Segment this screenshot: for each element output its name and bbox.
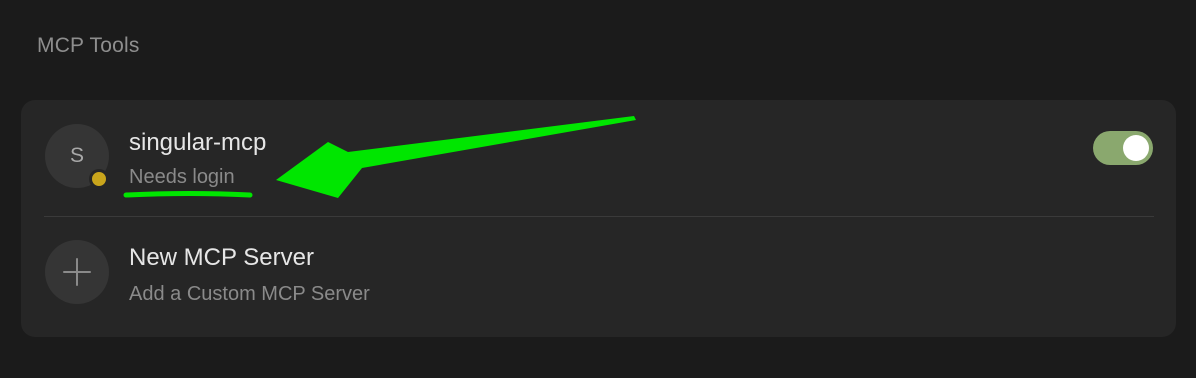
toggle-knob	[1123, 135, 1149, 161]
server-enable-toggle[interactable]	[1093, 131, 1153, 165]
new-server-subtitle: Add a Custom MCP Server	[129, 283, 370, 305]
status-indicator-dot	[89, 169, 109, 189]
new-mcp-server-button[interactable]: New MCP Server Add a Custom MCP Server	[21, 217, 1176, 337]
server-status-text[interactable]: Needs login	[129, 166, 235, 189]
new-server-title: New MCP Server	[129, 244, 314, 271]
mcp-server-row: S singular-mcp Needs login	[21, 100, 1176, 216]
server-name: singular-mcp	[129, 129, 267, 156]
mcp-servers-card: S singular-mcp Needs login New MCP Serve…	[21, 100, 1176, 337]
add-server-circle	[45, 240, 109, 304]
section-title: MCP Tools	[37, 34, 140, 57]
plus-icon	[63, 258, 91, 286]
server-avatar-letter: S	[69, 144, 84, 167]
